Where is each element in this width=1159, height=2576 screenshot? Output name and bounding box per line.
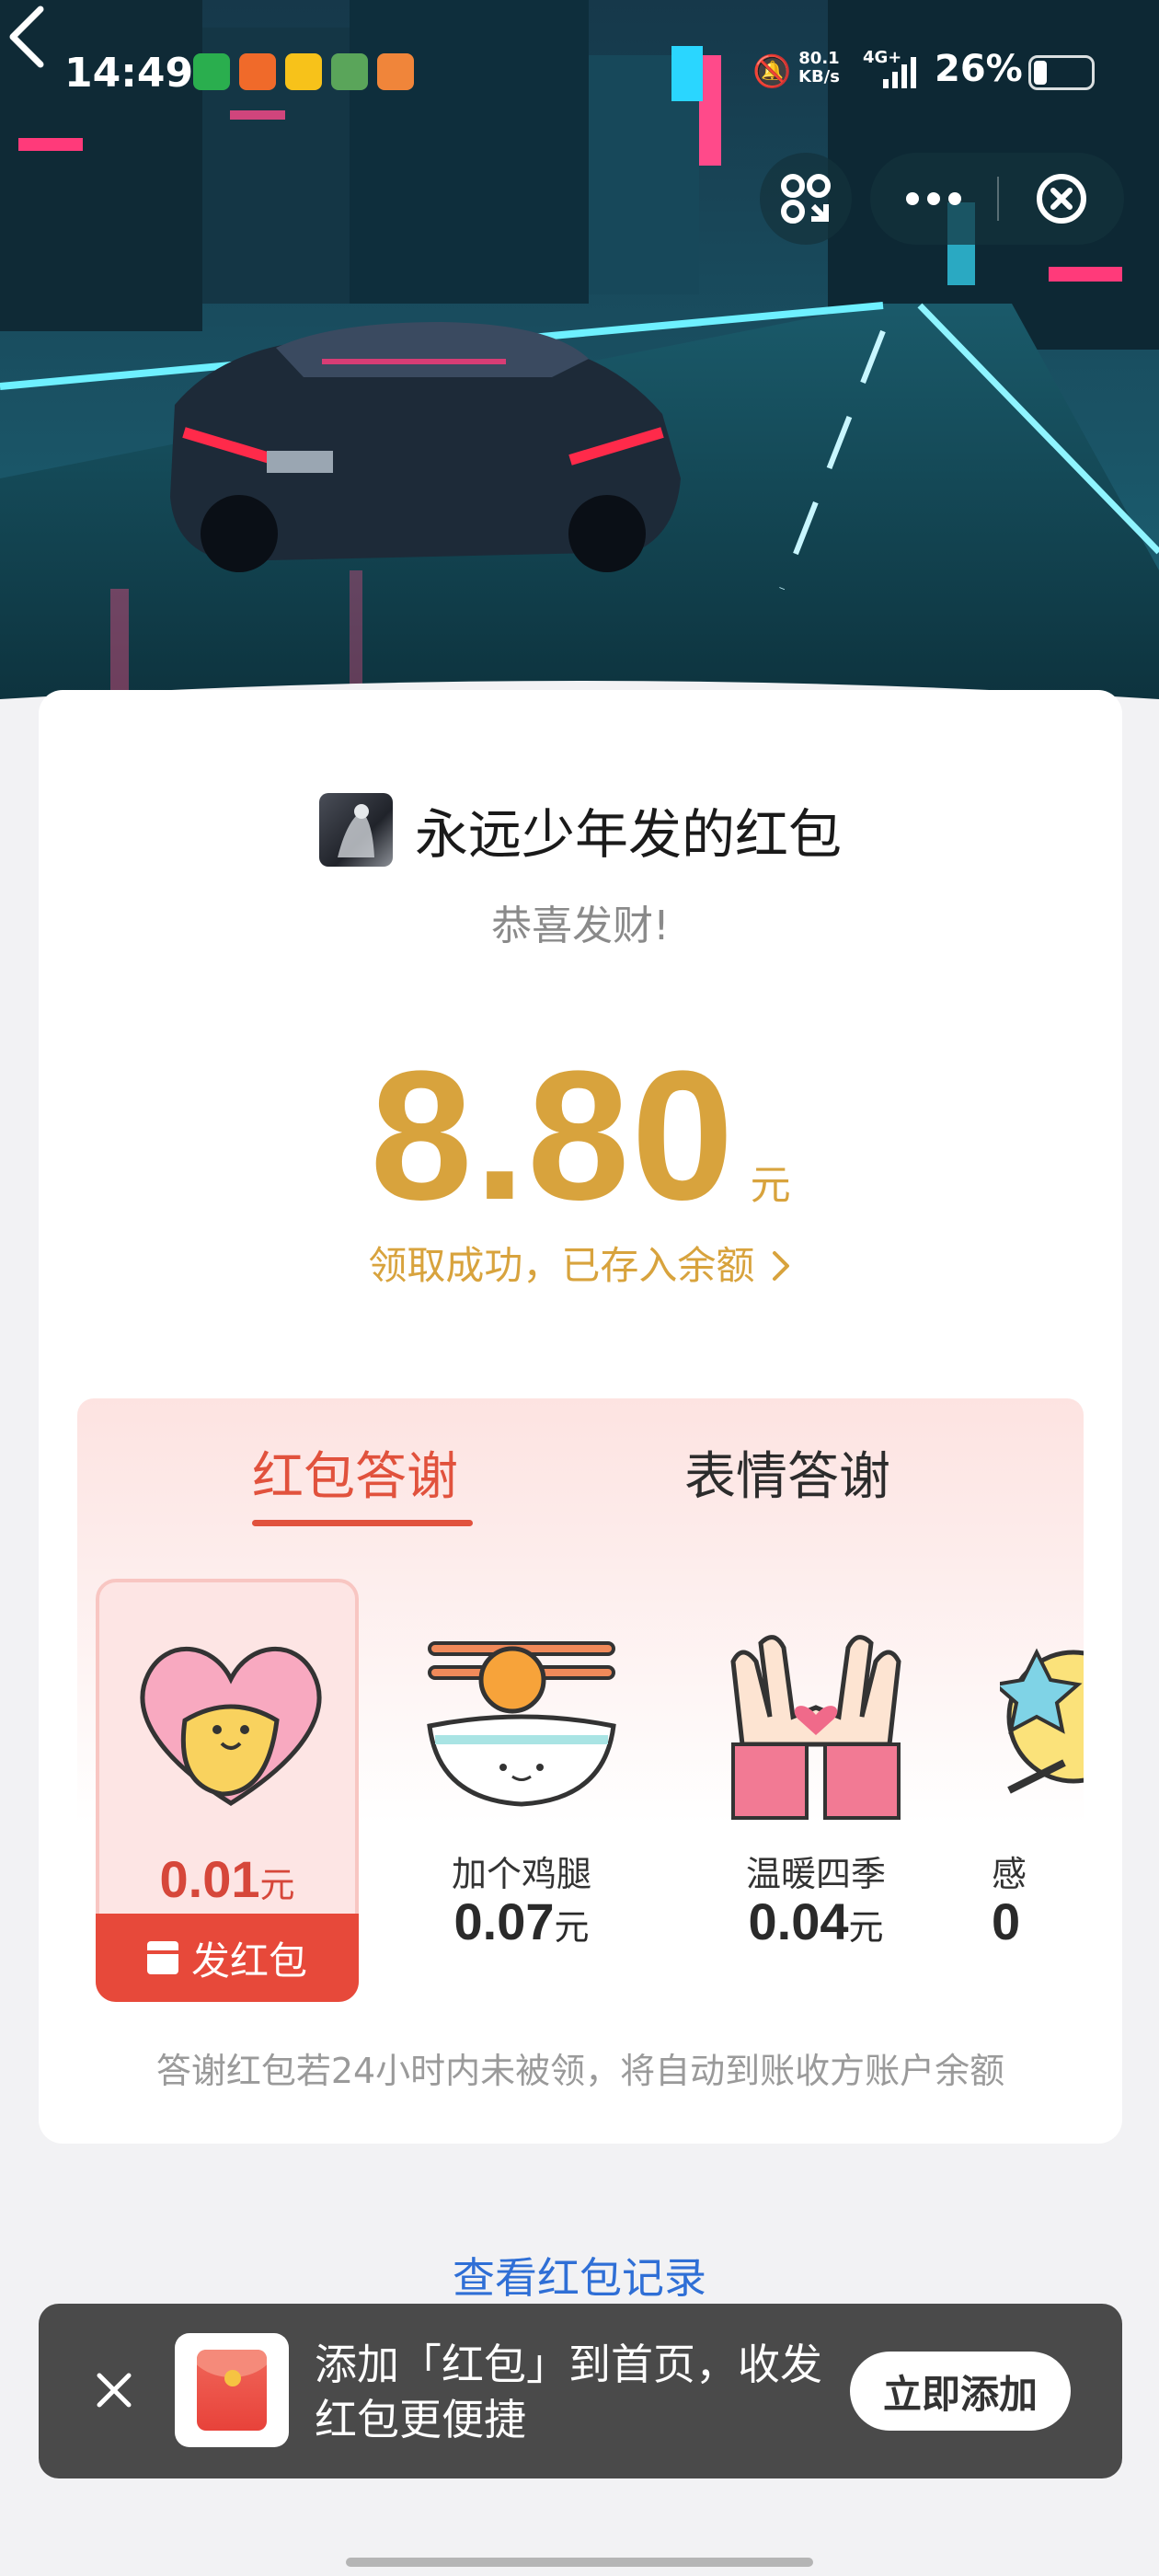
scan-button[interactable] (760, 153, 852, 245)
received-amount: 8.80 元 (39, 1030, 1122, 1242)
sender-row: 永远少年发的红包 (39, 791, 1122, 868)
night-street-car-illustration (0, 0, 1159, 791)
avatar[interactable] (318, 793, 393, 867)
battery-percent: 26% (935, 48, 1023, 90)
mute-icon: 🔕 (752, 53, 792, 90)
tab-red-packet-thanks[interactable]: 红包答谢 (252, 1435, 458, 1510)
item-price: 0.01元 (159, 1850, 295, 1908)
add-to-home-banner: 添加「红包」到首页，收发红包更便捷 立即添加 (39, 2304, 1122, 2478)
network-speed: 80.1 KB/s (798, 49, 840, 86)
item-price: 0.04元 (748, 1892, 884, 1950)
sender-name: 永远少年发的红包 (414, 803, 842, 866)
active-tab-indicator (252, 1520, 473, 1526)
wechat-icon (193, 53, 230, 90)
close-icon[interactable] (85, 2361, 143, 2420)
item-label: 感 (992, 1854, 1027, 1894)
heart-hands-icon (730, 1635, 901, 1820)
hero-banner-image: 14:49 🔕 80.1 KB/s 4G+ 26% (0, 0, 1159, 791)
thanks-item-selected[interactable]: 0.01元 发红包 (96, 1579, 359, 2002)
item-label: 温暖四季 (745, 1854, 886, 1894)
thanks-section: 红包答谢 表情答谢 0.01元 发红包 加个鸡腿 0.07元 温暖四季 0.04… (77, 1398, 1084, 2006)
send-red-packet-button[interactable]: 发红包 (96, 1914, 359, 2002)
balance-link[interactable]: 领取成功，已存入余额 (39, 1235, 1122, 1291)
home-indicator[interactable] (346, 2558, 813, 2567)
view-records-link[interactable]: 查看红包记录 (0, 2245, 1159, 2306)
status-bar: 14:49 🔕 80.1 KB/s 4G+ 26% (0, 37, 1159, 101)
red-packet-card: 永远少年发的红包 恭喜发财! 8.80 元 领取成功，已存入余额 红包答谢 表情答… (39, 690, 1122, 2144)
thanks-item[interactable]: 加个鸡腿 0.07元 (390, 1579, 653, 2002)
close-icon[interactable] (1025, 171, 1098, 226)
tab-sticker-thanks[interactable]: 表情答谢 (684, 1435, 890, 1510)
banner-text: 添加「红包」到首页，收发红包更便捷 (315, 2340, 822, 2444)
app-notification-icon (331, 53, 368, 90)
amount-value: 8.80 (370, 1033, 736, 1238)
item-price: 0.07元 (453, 1892, 590, 1950)
add-now-button[interactable]: 立即添加 (850, 2352, 1071, 2431)
thanks-note: 答谢红包若24小时内未被领，将自动到账收方账户余额 (155, 2051, 1005, 2091)
item-label: 加个鸡腿 (451, 1854, 591, 1894)
notification-icons (193, 53, 414, 90)
battery-icon (1028, 55, 1095, 90)
app-notification-icon (285, 53, 322, 90)
heart-hug-icon (140, 1647, 322, 1806)
more-options-icon[interactable] (892, 171, 975, 226)
thanks-item[interactable]: 温暖四季 0.04元 (684, 1579, 947, 2002)
rice-bowl-drumstick-icon (427, 1641, 616, 1807)
thanks-item[interactable]: 感 0 (979, 1579, 1084, 2002)
scan-icon (781, 174, 831, 224)
clock: 14:49 (64, 50, 194, 97)
signal-bars-icon (883, 57, 916, 88)
envelope-icon (146, 1941, 178, 1974)
thanks-item-list: 0.01元 发红包 加个鸡腿 0.07元 温暖四季 0.04元 感 0 (96, 1579, 1084, 2002)
chevron-right-icon (772, 1251, 789, 1281)
app-notification-icon (377, 53, 414, 90)
star-wand-icon (1000, 1648, 1084, 1794)
app-notification-icon (239, 53, 276, 90)
back-button[interactable] (0, 0, 55, 74)
amount-unit: 元 (750, 1162, 791, 1209)
item-price: 0 (992, 1892, 1021, 1950)
greeting-text: 恭喜发财! (491, 903, 670, 949)
mini-program-capsule (870, 153, 1124, 245)
red-packet-app-icon (175, 2333, 289, 2447)
